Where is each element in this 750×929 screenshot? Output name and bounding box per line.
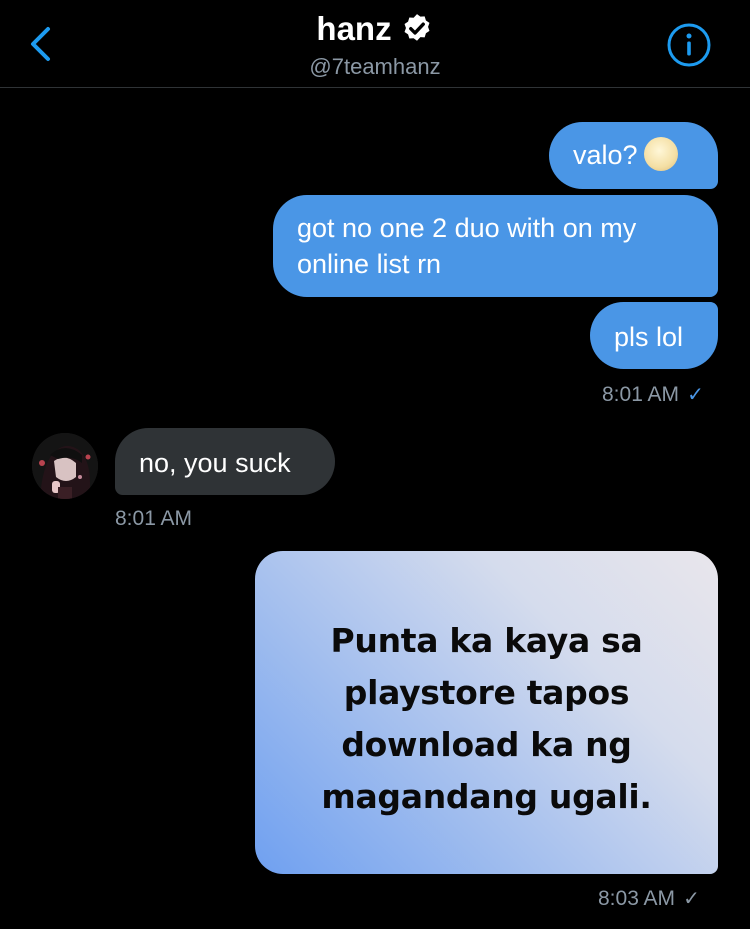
- verified-badge-icon: [404, 14, 430, 41]
- image-caption-text: Punta ka kaya sa playstore tapos downloa…: [321, 621, 652, 816]
- message-timestamp: 8:01 AM: [115, 507, 193, 530]
- grimacing-face-emoji-icon: [643, 136, 678, 171]
- avatar-illustration: [32, 433, 98, 499]
- message-text: pls lol: [614, 322, 684, 352]
- message-bubble-incoming[interactable]: no, you suck: [115, 428, 335, 495]
- message-text: got no one 2 duo with on my online list …: [297, 213, 637, 279]
- image-message[interactable]: Punta ka kaya sa playstore tapos downloa…: [255, 551, 718, 874]
- contact-name: hanz: [316, 10, 392, 47]
- message-timestamp: 8:01 AM ✓: [602, 383, 704, 406]
- conversation-header: hanz @7teamhanz: [0, 0, 750, 88]
- message-timestamp: 8:03 AM ✓: [598, 887, 700, 910]
- conversation-title[interactable]: hanz @7teamhanz: [0, 10, 750, 80]
- message-bubble-outgoing[interactable]: pls lol: [590, 302, 718, 369]
- message-bubble-outgoing[interactable]: got no one 2 duo with on my online list …: [273, 195, 718, 297]
- info-button[interactable]: [666, 22, 712, 68]
- contact-handle: @7teamhanz: [309, 54, 441, 79]
- avatar[interactable]: [32, 433, 98, 499]
- sent-check-icon: ✓: [683, 888, 700, 910]
- message-bubble-outgoing[interactable]: valo?: [549, 122, 718, 189]
- message-text: valo?: [573, 140, 638, 170]
- info-icon: [667, 23, 711, 67]
- read-receipt-check-icon: ✓: [687, 384, 704, 406]
- message-text: no, you suck: [139, 448, 291, 478]
